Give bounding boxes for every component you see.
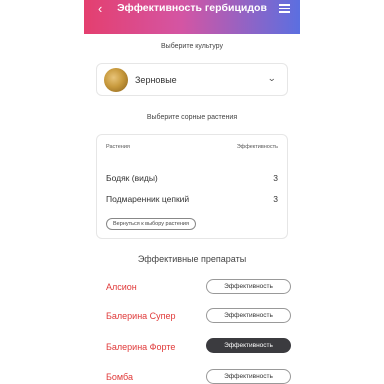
weeds-card: Растения Эффективность Бодяк (виды) 3 По… bbox=[96, 134, 288, 239]
app-header: ‹ Эффективность гербицидов bbox=[84, 0, 300, 34]
product-name[interactable]: Балерина Форте bbox=[106, 342, 175, 352]
product-name[interactable]: Алсион bbox=[106, 282, 137, 292]
back-to-plant-selection-button[interactable]: Вернуться к выбору растения bbox=[106, 218, 196, 230]
weed-name: Бодяк (виды) bbox=[106, 173, 158, 183]
efficiency-button[interactable]: Эффективность bbox=[206, 279, 291, 294]
phone-screen: ‹ Эффективность гербицидов Выберите куль… bbox=[84, 0, 300, 384]
culture-selected-value: Зерновые bbox=[135, 75, 177, 85]
product-name[interactable]: Балерина Супер bbox=[106, 311, 176, 321]
page-title: Эффективность гербицидов bbox=[117, 2, 267, 14]
weeds-label: Выберите сорные растения bbox=[146, 114, 238, 121]
weed-row: Подмаренник цепкий 3 bbox=[106, 194, 278, 204]
weed-name: Подмаренник цепкий bbox=[106, 194, 190, 204]
weed-row: Бодяк (виды) 3 bbox=[106, 173, 278, 183]
column-header-plants: Растения bbox=[106, 144, 130, 150]
column-header-efficiency: Эффективность bbox=[236, 144, 278, 150]
grain-thumbnail bbox=[104, 68, 128, 92]
efficiency-button-active[interactable]: Эффективность bbox=[206, 338, 291, 353]
culture-select[interactable]: Зерновые ⌄ bbox=[96, 63, 288, 96]
efficiency-button[interactable]: Эффективность bbox=[206, 369, 291, 384]
products-section-title: Эффективные препараты bbox=[137, 254, 247, 264]
culture-label: Выберите культуру bbox=[161, 43, 223, 50]
hamburger-icon[interactable] bbox=[279, 4, 290, 13]
chevron-down-icon: ⌄ bbox=[267, 73, 277, 83]
weed-efficiency-value: 3 bbox=[273, 194, 278, 204]
efficiency-button[interactable]: Эффективность bbox=[206, 308, 291, 323]
product-name[interactable]: Бомба bbox=[106, 372, 133, 382]
weed-efficiency-value: 3 bbox=[273, 173, 278, 183]
back-icon[interactable]: ‹ bbox=[98, 2, 102, 15]
